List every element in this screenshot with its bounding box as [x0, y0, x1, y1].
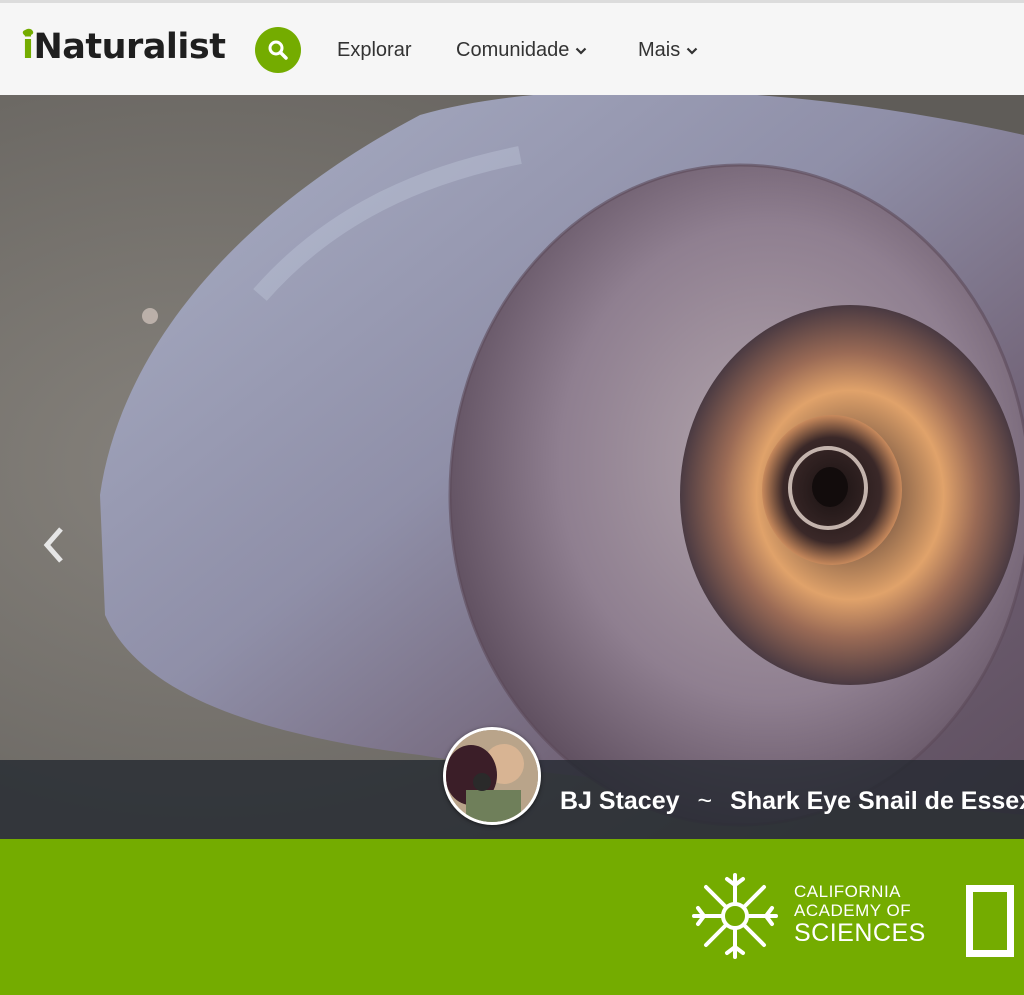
chevron-left-icon	[43, 527, 63, 563]
nav-community-dropdown[interactable]: Comunidade	[456, 39, 587, 62]
cas-line1: CALIFORNIA	[794, 882, 902, 901]
caption-separator: ~	[697, 786, 713, 815]
avatar-image	[446, 730, 538, 822]
logo-text: Naturalist	[33, 27, 227, 67]
photo-title[interactable]: Shark Eye Snail de Essex	[730, 787, 1024, 816]
cas-line3: SCIENCES	[794, 919, 926, 947]
nav-community-label: Comunidade	[456, 39, 570, 61]
partner-logos-band: CALIFORNIA ACADEMY OF SCIENCES	[0, 839, 1024, 995]
nav-explore-label: Explorar	[337, 39, 412, 61]
california-academy-sciences-icon[interactable]	[690, 871, 780, 961]
chevron-down-icon	[576, 47, 587, 55]
hero-carousel[interactable]: BJ Stacey ~ Shark Eye Snail de Essex	[0, 95, 1024, 839]
california-academy-sciences-wordmark[interactable]: CALIFORNIA ACADEMY OF SCIENCES	[794, 882, 926, 947]
carousel-prev-button[interactable]	[34, 515, 74, 575]
nav-explore[interactable]: Explorar	[337, 39, 411, 62]
nav-more-label: Mais	[638, 39, 681, 61]
photo-caption: BJ Stacey ~ Shark Eye Snail de Essex	[560, 785, 1024, 817]
national-geographic-logo[interactable]	[966, 885, 1014, 957]
photographer-avatar[interactable]	[443, 727, 541, 825]
search-icon	[268, 40, 288, 60]
nav-more-dropdown[interactable]: Mais	[638, 39, 698, 62]
photographer-name[interactable]: BJ Stacey	[560, 787, 680, 816]
inaturalist-logo[interactable]: i Naturalist	[21, 25, 227, 69]
cas-line2: ACADEMY OF	[794, 901, 912, 920]
hero-photo-snail-shell	[0, 95, 1024, 839]
logo-i: i	[21, 27, 35, 67]
top-nav-bar: i Naturalist Explorar Comunidade Mais	[0, 0, 1024, 95]
chevron-down-icon	[686, 47, 698, 55]
search-button[interactable]	[255, 27, 301, 73]
